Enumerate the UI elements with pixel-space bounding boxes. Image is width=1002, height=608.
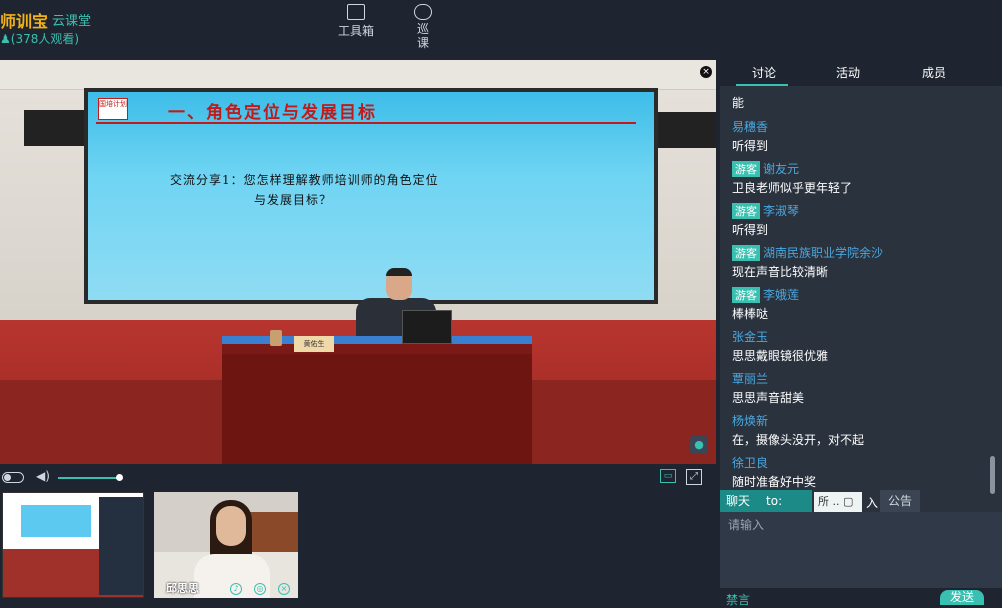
- tab-members[interactable]: 成员: [922, 64, 946, 81]
- chat-text: 在，摄像头没开，对不起: [732, 433, 865, 447]
- microphone-icon[interactable]: ●: [690, 436, 708, 454]
- desk-cloth: [222, 336, 532, 344]
- guest-badge: 游客: [732, 203, 760, 219]
- chat-text: 思思声音甜美: [732, 391, 805, 405]
- eye-icon: [414, 4, 432, 20]
- main-video: 国培计划 一、角色定位与发展目标 交流分享1：您怎样理解教师培训师的角色定位 与…: [0, 60, 716, 464]
- patrol-button[interactable]: 巡 课: [414, 4, 432, 50]
- participant-video-thumbnail[interactable]: 邱思思 ♪ ◎ ×: [154, 492, 298, 598]
- chat-username[interactable]: 易穗香: [732, 120, 768, 134]
- cup: [270, 330, 282, 346]
- chat-message: 覃丽兰 思思声音甜美: [732, 370, 804, 406]
- video-ceiling: [0, 60, 716, 90]
- volume-knob[interactable]: [116, 474, 123, 481]
- chat-list: 能易穗香 听得到 游客 谢友元 卫良老师似乎更年轻了 游客 李淑琴 听得到 游客 湖南民族职业学院…: [720, 86, 990, 488]
- brand-logo: 师训宝: [0, 12, 49, 31]
- chat-username[interactable]: 覃丽兰: [732, 372, 768, 386]
- chat-message: 游客 李淑琴听得到: [732, 202, 799, 238]
- chat-username[interactable]: 张金玉: [732, 330, 768, 344]
- send-button[interactable]: 发送: [940, 590, 984, 605]
- chat-username[interactable]: 徐卫良: [732, 456, 768, 470]
- chat-tab-button[interactable]: 聊天 to:: [720, 490, 812, 512]
- left-speaker: [24, 110, 84, 146]
- chat-username[interactable]: 湖南民族职业学院余沙: [763, 246, 883, 260]
- screen-share-thumbnail[interactable]: [2, 492, 144, 598]
- recipient-select[interactable]: 所 .. ▢: [814, 492, 862, 512]
- chat-message: 游客 湖南民族职业学院余沙现在声音比较清晰: [732, 244, 883, 280]
- desk: [222, 354, 532, 464]
- brand-subtitle: 云课堂: [52, 14, 92, 29]
- chat-scrollbar[interactable]: [990, 456, 995, 494]
- chat-username[interactable]: 杨焕新: [732, 414, 768, 428]
- chat-text: 能: [732, 96, 745, 110]
- viewer-count: ♟(378人观看): [0, 32, 80, 46]
- participant-close-icon[interactable]: ×: [278, 583, 290, 595]
- tab-activity[interactable]: 活动: [836, 64, 860, 81]
- participant-name: 邱思思: [166, 582, 199, 595]
- chat-text: 棒棒哒: [732, 307, 769, 321]
- guest-badge: 游客: [732, 287, 760, 303]
- slide-divider: [96, 122, 636, 124]
- chat-text: 现在声音比较清晰: [732, 265, 829, 279]
- laptop: [402, 310, 452, 344]
- chat-message: 游客 谢友元卫良老师似乎更年轻了: [732, 160, 852, 196]
- chat-message: 徐卫良随时准备好中奖: [732, 454, 816, 488]
- slide-text: 交流分享1：您怎样理解教师培训师的角色定位 与发展目标？: [170, 173, 439, 207]
- chat-message: 能: [732, 92, 744, 111]
- fullscreen-icon[interactable]: ⤢: [686, 469, 702, 485]
- chat-text: 思思戴眼镜很优雅: [732, 349, 829, 363]
- participant-mic-icon[interactable]: ♪: [230, 583, 242, 595]
- toolbox-button[interactable]: 工具箱: [338, 4, 374, 39]
- chat-input[interactable]: 请输入: [720, 512, 1002, 588]
- in-label: 入: [866, 496, 879, 510]
- volume-icon[interactable]: ◀): [36, 469, 50, 483]
- mute-button[interactable]: 禁言: [726, 591, 750, 608]
- chat-text: 卫良老师似乎更年轻了: [732, 181, 853, 195]
- chat-text: 听得到: [732, 139, 769, 153]
- slide-title: 一、角色定位与发展目标: [168, 103, 377, 123]
- slide-logo: 国培计划: [98, 98, 128, 120]
- chat-message: 易穗香 听得到: [732, 118, 768, 154]
- nameplate: 黄佑生: [294, 336, 334, 352]
- volume-slider[interactable]: [58, 477, 120, 479]
- guest-badge: 游客: [732, 161, 760, 177]
- right-speaker: [656, 112, 716, 148]
- video-toggle[interactable]: [2, 472, 24, 483]
- tab-discussion[interactable]: 讨论: [752, 64, 776, 81]
- participant-camera-icon[interactable]: ◎: [254, 583, 266, 595]
- chat-message: 张金玉思思戴眼镜很优雅: [732, 328, 828, 364]
- chat-text: 随时准备好中奖: [732, 475, 817, 488]
- toolbox-icon: [347, 4, 365, 20]
- chat-message: 游客 李娥莲棒棒哒: [732, 286, 799, 322]
- person-icon: ♟: [0, 32, 11, 46]
- chat-text: 听得到: [732, 223, 769, 237]
- close-video-icon[interactable]: ×: [700, 66, 712, 78]
- chat-username[interactable]: 李娥莲: [763, 288, 799, 302]
- chat-username[interactable]: 谢友元: [763, 162, 799, 176]
- top-bar: [0, 0, 1002, 54]
- chat-message: 杨焕新在，摄像头没开，对不起: [732, 412, 864, 448]
- chat-username[interactable]: 李淑琴: [763, 204, 799, 218]
- guest-badge: 游客: [732, 245, 760, 261]
- notice-button[interactable]: 公告: [880, 490, 920, 512]
- screen-share-icon[interactable]: ▭: [660, 469, 676, 483]
